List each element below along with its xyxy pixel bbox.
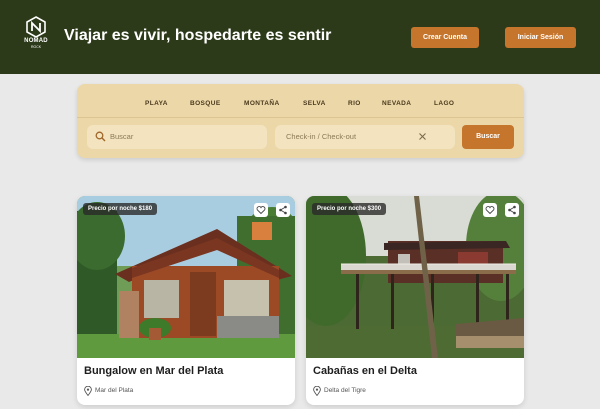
nomad-logo[interactable]: NOMAD ROCK: [18, 16, 54, 56]
category-nevada[interactable]: NEVADA: [382, 100, 411, 107]
panel-divider: [77, 117, 524, 118]
search-input[interactable]: Buscar: [87, 125, 267, 149]
category-nav: PLAYA BOSQUE MONTAÑA SELVA RIO NEVADA LA…: [77, 84, 524, 118]
login-button[interactable]: Iniciar Sesión: [505, 27, 576, 48]
share-icon: [279, 205, 287, 215]
logo-brand: NOMAD: [24, 38, 48, 44]
share-button[interactable]: [505, 203, 519, 217]
listing-card[interactable]: Precio por noche $180 Bungalow en Mar de…: [77, 196, 295, 405]
create-account-button[interactable]: Crear Cuenta: [411, 27, 479, 48]
listing-location-text: Delta del Tigre: [324, 387, 366, 394]
category-montana[interactable]: MONTAÑA: [244, 100, 280, 107]
listing-card[interactable]: Precio por noche $300 Cabañas en el Delt…: [306, 196, 524, 405]
location-pin-icon: [313, 386, 321, 396]
location-pin-icon: [84, 386, 92, 396]
heart-icon: [256, 206, 266, 215]
share-button[interactable]: [276, 203, 290, 217]
category-lago[interactable]: LAGO: [434, 100, 454, 107]
listing-title[interactable]: Cabañas en el Delta: [313, 365, 417, 377]
listing-location-text: Mar del Plata: [95, 387, 134, 394]
listing-photo-bungalow: [77, 196, 295, 358]
top-header: NOMAD ROCK Viajar es vivir, hospedarte e…: [0, 0, 600, 74]
category-selva[interactable]: SELVA: [303, 100, 326, 107]
date-range-input[interactable]: Check-in / Check-out: [275, 125, 455, 149]
logo-subtext: ROCK: [30, 45, 42, 49]
favorite-button[interactable]: [254, 203, 268, 217]
clear-icon[interactable]: [417, 131, 428, 142]
category-rio[interactable]: RIO: [348, 100, 361, 107]
price-badge: Precio por noche $300: [312, 203, 387, 215]
page-tagline: Viajar es vivir, hospedarte es sentir: [64, 27, 332, 44]
share-icon: [508, 205, 516, 215]
date-range-placeholder: Check-in / Check-out: [286, 132, 357, 141]
listing-title[interactable]: Bungalow en Mar del Plata: [84, 365, 223, 377]
search-button[interactable]: Buscar: [462, 125, 514, 149]
logo-icon: [26, 16, 46, 38]
price-badge: Precio por noche $180: [83, 203, 158, 215]
listing-photo-cabanas: [306, 196, 524, 358]
category-bosque[interactable]: BOSQUE: [190, 100, 221, 107]
category-playa[interactable]: PLAYA: [145, 100, 168, 107]
favorite-button[interactable]: [483, 203, 497, 217]
search-panel: PLAYA BOSQUE MONTAÑA SELVA RIO NEVADA LA…: [77, 84, 524, 158]
heart-icon: [485, 206, 495, 215]
search-placeholder: Buscar: [110, 132, 134, 141]
search-icon: [95, 131, 106, 142]
